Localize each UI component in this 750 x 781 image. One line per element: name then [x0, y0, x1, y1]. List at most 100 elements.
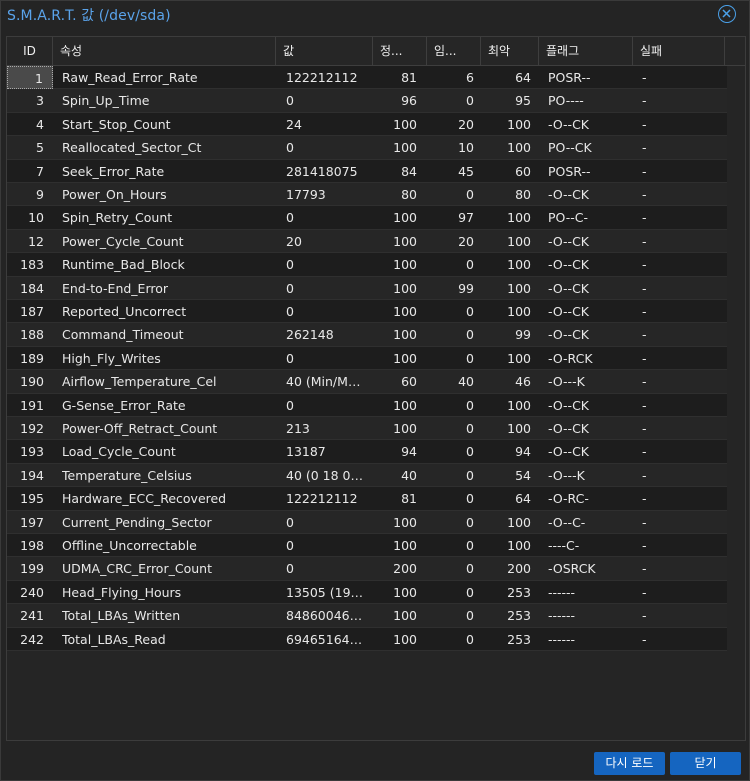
cell-value: 0	[286, 280, 294, 296]
cell-fail: -	[642, 584, 647, 600]
table-row[interactable]: 194 Temperature_Celsius 40 (0 18 0 ... 40 0 5…	[7, 463, 727, 488]
cell-value: 0	[286, 350, 294, 366]
table-row[interactable]: 189 High_Fly_Writes 0 100 0 100 -O-RCK -	[7, 346, 727, 371]
table-row[interactable]: 241 Total_LBAs_Written 84860046827 100 0 253 -…	[7, 604, 727, 628]
cell-threshold: 99	[458, 280, 474, 296]
cell-id: 1	[7, 66, 53, 89]
cell-fail: -	[642, 561, 647, 577]
table-row[interactable]: 195 Hardware_ECC_Recovered 122212112 81 0 64 -…	[7, 487, 727, 511]
column-header-worst[interactable]: 최악	[481, 37, 539, 65]
table-row[interactable]: 198 Offline_Uncorrectable 0 100 0 100 ----C- -	[7, 534, 727, 558]
cell-worst: 94	[515, 444, 531, 460]
table-row[interactable]: 3 Spin_Up_Time 0 96 0 95 PO---- -	[7, 89, 727, 113]
dialog-title: S.M.A.R.T. 값 (/dev/sda)	[7, 8, 171, 24]
table-row[interactable]: 191 G-Sense_Error_Rate 0 100 0 100 -O--CK -	[7, 393, 727, 417]
column-header-normalized[interactable]: 정...	[373, 37, 427, 65]
cell-fail: -	[642, 421, 647, 436]
smart-attributes-table: ID 속성 값 정... 임... 최악 플래그 실패 1 Raw_Read_Er…	[6, 36, 746, 741]
table-header: ID 속성 값 정... 임... 최악 플래그 실패	[7, 37, 745, 66]
cell-value: 13505 (193...	[286, 584, 366, 600]
cell-attribute: Load_Cycle_Count	[62, 444, 176, 460]
cell-id: 198	[20, 538, 44, 553]
cell-attribute: Raw_Read_Error_Rate	[62, 70, 198, 85]
table-row[interactable]: 183 Runtime_Bad_Block 0 100 0 100 -O--CK -	[7, 253, 727, 277]
table-row[interactable]: 190 Airflow_Temperature_Cel 40 (Min/Ma... 6…	[7, 370, 727, 394]
cell-value: 0	[286, 561, 294, 577]
cell-threshold: 0	[466, 93, 474, 109]
table-row[interactable]: 184 End-to-End_Error 0 100 99 100 -O--CK -	[7, 276, 727, 300]
cell-worst: 46	[515, 374, 531, 390]
cell-threshold: 6	[466, 70, 474, 85]
cell-id: 7	[36, 163, 44, 179]
cell-attribute: G-Sense_Error_Rate	[62, 397, 186, 413]
table-row[interactable]: 7 Seek_Error_Rate 281418075 84 45 60 POSR-- -	[7, 159, 727, 183]
table-row[interactable]: 240 Head_Flying_Hours 13505 (193... 100 0 253…	[7, 580, 727, 605]
cell-worst: 100	[507, 280, 531, 296]
table-row[interactable]: 242 Total_LBAs_Read 69465164743 100 0 253 ----…	[7, 627, 727, 651]
cell-normalized: 96	[401, 93, 417, 109]
cell-attribute: Head_Flying_Hours	[62, 584, 182, 600]
cell-normalized: 100	[393, 257, 417, 273]
table-row[interactable]: 12 Power_Cycle_Count 20 100 20 100 -O--CK -	[7, 229, 727, 254]
table-row[interactable]: 192 Power-Off_Retract_Count 213 100 0 100 -O--…	[7, 417, 727, 441]
cell-fail: -	[642, 514, 647, 530]
cell-id: 240	[20, 584, 44, 600]
column-header-threshold[interactable]: 임...	[427, 37, 481, 65]
cell-flags: POSR--	[548, 70, 591, 85]
cell-flags: -O--CK	[548, 280, 589, 296]
table-row[interactable]: 187 Reported_Uncorrect 0 100 0 100 -O--CK -	[7, 300, 727, 324]
table-row[interactable]: 5 Reallocated_Sector_Ct 0 100 10 100 PO--CK -	[7, 136, 727, 160]
column-header-value[interactable]: 값	[276, 37, 373, 65]
cell-id: 3	[36, 93, 44, 109]
cell-flags: ------	[548, 608, 576, 624]
column-header-id[interactable]: ID	[7, 37, 53, 65]
cell-value: 122212112	[286, 491, 358, 507]
table-row[interactable]: 193 Load_Cycle_Count 13187 94 0 94 -O--CK -	[7, 440, 727, 464]
dialog-footer: 다시 로드 닫기	[1, 743, 749, 780]
cell-fail: -	[642, 350, 647, 366]
column-header-fail[interactable]: 실패	[633, 37, 725, 65]
close-button[interactable]: 닫기	[670, 752, 741, 775]
column-header-attribute[interactable]: 속성	[53, 37, 276, 65]
cell-flags: -O--CK	[548, 257, 589, 273]
table-row[interactable]: 197 Current_Pending_Sector 0 100 0 100 -O--C- -	[7, 510, 727, 534]
cell-flags: PO--C-	[548, 210, 588, 226]
column-header-flags[interactable]: 플래그	[539, 37, 633, 65]
table-row[interactable]: 188 Command_Timeout 262148 100 0 99 -O--CK -	[7, 323, 727, 347]
cell-id: 189	[20, 350, 44, 366]
cell-flags: -O--CK	[548, 444, 589, 460]
cell-fail: -	[642, 491, 647, 507]
cell-normalized: 100	[393, 304, 417, 319]
table-row[interactable]: 10 Spin_Retry_Count 0 100 97 100 PO--C- -	[7, 206, 727, 230]
cell-attribute: Seek_Error_Rate	[62, 163, 165, 179]
cell-attribute: Spin_Retry_Count	[62, 210, 173, 226]
cell-id: 194	[20, 467, 44, 483]
cell-normalized: 100	[393, 327, 417, 343]
cell-fail: -	[642, 444, 647, 460]
cell-worst: 100	[507, 304, 531, 319]
cell-threshold: 0	[466, 350, 474, 366]
cell-fail: -	[642, 538, 647, 553]
cell-attribute: Temperature_Celsius	[62, 467, 192, 483]
reload-button[interactable]: 다시 로드	[594, 752, 665, 775]
cell-worst: 253	[507, 608, 531, 624]
cell-attribute: Offline_Uncorrectable	[62, 538, 197, 553]
cell-normalized: 100	[393, 397, 417, 413]
cell-normalized: 84	[401, 163, 417, 179]
cell-flags: -O---K	[548, 374, 585, 390]
table-row[interactable]: 199 UDMA_CRC_Error_Count 0 200 0 200 -OSRCK -	[7, 557, 727, 581]
cell-attribute: Airflow_Temperature_Cel	[62, 374, 217, 390]
cell-worst: 253	[507, 584, 531, 600]
close-circle-icon[interactable]	[718, 5, 736, 23]
cell-id: 197	[20, 514, 44, 530]
cell-worst: 95	[515, 93, 531, 109]
cell-normalized: 60	[401, 374, 417, 390]
cell-flags: -O-RC-	[548, 491, 589, 507]
table-row[interactable]: 4 Start_Stop_Count 24 100 20 100 -O--CK -	[7, 112, 727, 137]
cell-attribute: Power-Off_Retract_Count	[62, 421, 218, 436]
cell-fail: -	[642, 233, 647, 249]
cell-worst: 64	[515, 70, 531, 85]
cell-fail: -	[642, 116, 647, 132]
table-row[interactable]: 1 Raw_Read_Error_Rate 122212112 81 6 64 POSR--…	[7, 66, 727, 90]
table-row[interactable]: 9 Power_On_Hours 17793 80 0 80 -O--CK -	[7, 183, 727, 207]
